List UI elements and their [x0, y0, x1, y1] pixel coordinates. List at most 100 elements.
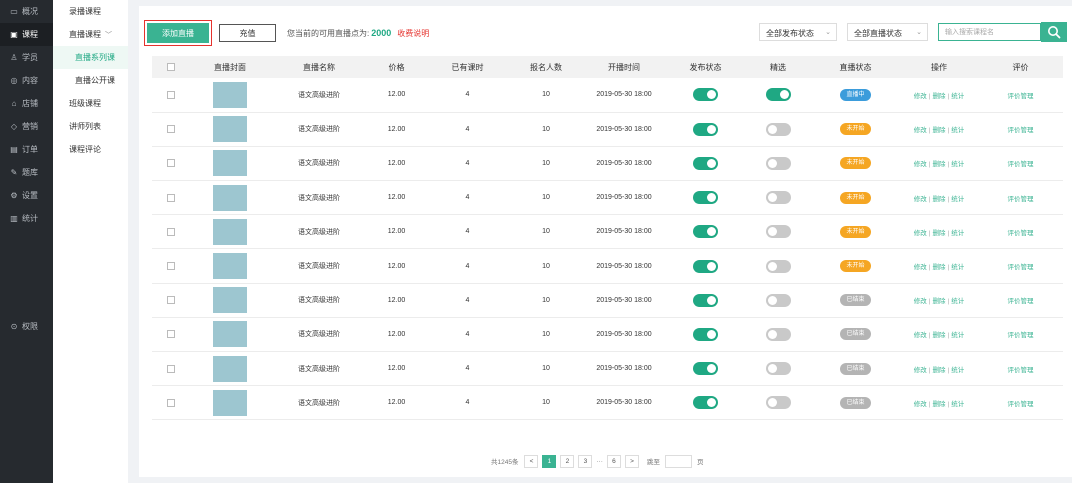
delete-link[interactable]: 删除 [933, 93, 946, 100]
publish-toggle[interactable] [693, 327, 718, 341]
cover-thumbnail[interactable] [213, 184, 247, 211]
delete-link[interactable]: 删除 [933, 196, 946, 203]
recharge-button[interactable]: 充值 [219, 24, 276, 42]
subnav-recorded-courses[interactable]: 录播课程 [53, 0, 128, 23]
stats-link[interactable]: 统计 [951, 264, 964, 271]
sidebar-item-stats[interactable]: ▥ 统计 [0, 207, 53, 230]
subnav-live-courses[interactable]: 直播课程 ﹀ [53, 23, 128, 46]
review-manage-link[interactable]: 评价管理 [1008, 332, 1034, 339]
row-checkbox[interactable] [167, 262, 175, 271]
search-input[interactable] [938, 23, 1041, 41]
edit-link[interactable]: 修改 [914, 264, 927, 271]
row-checkbox[interactable] [167, 330, 175, 339]
stats-link[interactable]: 统计 [951, 127, 964, 134]
cover-thumbnail[interactable] [213, 150, 247, 177]
review-manage-link[interactable]: 评价管理 [1008, 196, 1034, 203]
stats-link[interactable]: 统计 [951, 367, 964, 374]
publish-toggle[interactable] [693, 225, 718, 239]
subnav-class-courses[interactable]: 班级课程 [53, 92, 128, 115]
review-manage-link[interactable]: 评价管理 [1008, 127, 1034, 134]
publish-toggle[interactable] [693, 122, 718, 136]
review-manage-link[interactable]: 评价管理 [1008, 401, 1034, 408]
featured-toggle[interactable] [765, 259, 791, 273]
delete-link[interactable]: 删除 [933, 127, 946, 134]
pagination-page-2[interactable]: 2 [560, 454, 575, 468]
pagination-page-1[interactable]: 1 [542, 454, 557, 468]
sidebar-item-course[interactable]: ▣ 课程 [0, 23, 53, 46]
subnav-course-reviews[interactable]: 课程评论 [53, 138, 128, 161]
publish-toggle[interactable] [693, 156, 718, 170]
pagination-page-last[interactable]: 6 [606, 454, 621, 468]
edit-link[interactable]: 修改 [914, 298, 927, 305]
pagination-page-3[interactable]: 3 [578, 454, 593, 468]
subnav-lecturers[interactable]: 讲师列表 [53, 115, 128, 138]
cover-thumbnail[interactable] [213, 321, 247, 348]
row-checkbox[interactable] [167, 296, 175, 305]
delete-link[interactable]: 删除 [933, 401, 946, 408]
stats-link[interactable]: 统计 [951, 298, 964, 305]
pagination-goto-input[interactable] [664, 454, 692, 468]
charge-info-link[interactable]: 收费说明 [397, 29, 429, 38]
select-all-checkbox[interactable] [167, 63, 175, 72]
edit-link[interactable]: 修改 [914, 196, 927, 203]
live-status-select[interactable]: 全部直播状态 ⌄ [847, 23, 928, 41]
pagination-prev[interactable]: < [524, 454, 539, 468]
stats-link[interactable]: 统计 [951, 401, 964, 408]
stats-link[interactable]: 统计 [951, 161, 964, 168]
publish-status-select[interactable]: 全部发布状态 ⌄ [759, 23, 837, 41]
sidebar-item-overview[interactable]: ▭ 概况 [0, 0, 53, 23]
publish-toggle[interactable] [693, 259, 718, 273]
cover-thumbnail[interactable] [213, 253, 247, 280]
sidebar-item-student[interactable]: ♙ 学员 [0, 46, 53, 69]
cover-thumbnail[interactable] [213, 287, 247, 314]
row-checkbox[interactable] [167, 90, 175, 99]
sidebar-item-permissions[interactable]: ⊙ 权限 [0, 315, 53, 338]
sidebar-item-question-bank[interactable]: ✎ 题库 [0, 161, 53, 184]
publish-toggle[interactable] [693, 88, 718, 102]
featured-toggle[interactable] [765, 327, 791, 341]
row-checkbox[interactable] [167, 398, 175, 407]
row-checkbox[interactable] [167, 125, 175, 134]
featured-toggle[interactable] [765, 293, 791, 307]
sidebar-item-content[interactable]: ◎ 内容 [0, 69, 53, 92]
sidebar-item-shop[interactable]: ⌂ 店铺 [0, 92, 53, 115]
delete-link[interactable]: 删除 [933, 367, 946, 374]
row-checkbox[interactable] [167, 193, 175, 202]
delete-link[interactable]: 删除 [933, 161, 946, 168]
publish-toggle[interactable] [693, 396, 718, 410]
row-checkbox[interactable] [167, 159, 175, 168]
cover-thumbnail[interactable] [213, 218, 247, 245]
delete-link[interactable]: 删除 [933, 230, 946, 237]
sidebar-item-marketing[interactable]: ◇ 营销 [0, 115, 53, 138]
subnav-live-public[interactable]: 直播公开课 [53, 69, 128, 92]
featured-toggle[interactable] [765, 191, 791, 205]
edit-link[interactable]: 修改 [914, 401, 927, 408]
edit-link[interactable]: 修改 [914, 93, 927, 100]
edit-link[interactable]: 修改 [914, 367, 927, 374]
stats-link[interactable]: 统计 [951, 93, 964, 100]
row-checkbox[interactable] [167, 227, 175, 236]
review-manage-link[interactable]: 评价管理 [1008, 298, 1034, 305]
review-manage-link[interactable]: 评价管理 [1008, 367, 1034, 374]
subnav-live-series[interactable]: 直播系列课 [53, 46, 128, 69]
publish-toggle[interactable] [693, 191, 718, 205]
cover-thumbnail[interactable] [213, 389, 247, 416]
stats-link[interactable]: 统计 [951, 332, 964, 339]
delete-link[interactable]: 删除 [933, 332, 946, 339]
pagination-next[interactable]: > [624, 454, 639, 468]
publish-toggle[interactable] [693, 362, 718, 376]
sidebar-item-order[interactable]: ▤ 订单 [0, 138, 53, 161]
featured-toggle[interactable] [765, 362, 791, 376]
featured-toggle[interactable] [765, 156, 791, 170]
review-manage-link[interactable]: 评价管理 [1008, 230, 1034, 237]
search-button[interactable] [1041, 22, 1067, 42]
delete-link[interactable]: 删除 [933, 298, 946, 305]
add-live-button[interactable]: 添加直播 [147, 23, 209, 43]
stats-link[interactable]: 统计 [951, 230, 964, 237]
cover-thumbnail[interactable] [213, 116, 247, 143]
featured-toggle[interactable] [765, 122, 791, 136]
review-manage-link[interactable]: 评价管理 [1008, 264, 1034, 271]
featured-toggle[interactable] [765, 225, 791, 239]
featured-toggle[interactable] [765, 396, 791, 410]
cover-thumbnail[interactable] [213, 355, 247, 382]
